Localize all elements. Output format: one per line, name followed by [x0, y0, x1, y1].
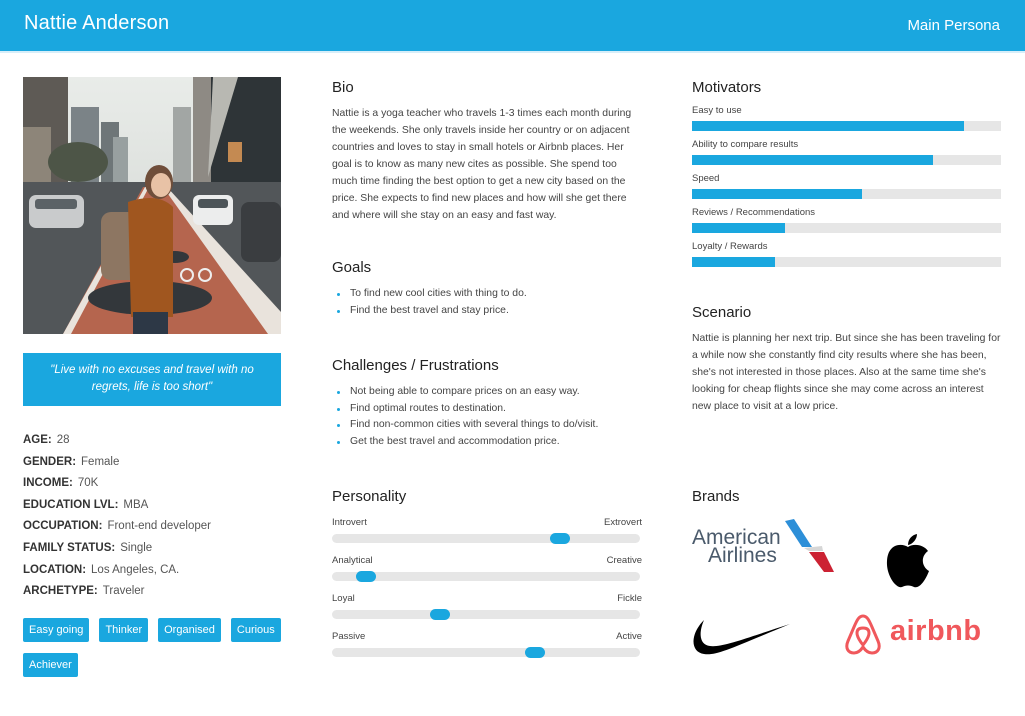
challenge-item: Get the best travel and accommodation pr…	[332, 434, 642, 451]
slider-loyal-fickle: Loyal Fickle	[332, 591, 642, 620]
demographics-list: AGE: 28 GENDER: Female INCOME: 70K EDUCATIO…	[23, 430, 281, 603]
airbnb-logo: airbnb	[844, 613, 984, 658]
motivators-section: Motivators Easy to use Ability to compar…	[692, 79, 1002, 273]
motivator-item: Ability to compare results	[692, 137, 1002, 165]
challenges-heading: Challenges / Frustrations	[332, 357, 499, 374]
airbnb-belo-icon	[845, 614, 881, 655]
slider-track[interactable]	[332, 533, 640, 544]
fact-education: EDUCATION LVL: MBA	[23, 498, 149, 511]
slider-passive-active: Passive Active	[332, 629, 642, 658]
challenge-item: Not being able to compare prices on an e…	[332, 384, 642, 401]
brands-grid: American Airlines airbnb	[692, 511, 1002, 655]
slider-right-label: Active	[616, 631, 642, 642]
motivator-fill	[692, 257, 776, 267]
aa-flight-symbol-icon	[785, 519, 834, 572]
slider-left-label: Passive	[332, 631, 366, 642]
tag-easy-going[interactable]: Easy going	[23, 617, 90, 642]
motivator-item: Speed	[692, 171, 1002, 199]
nike-swoosh-icon	[693, 620, 790, 655]
goals-heading: Goals	[332, 259, 372, 276]
city-street-photo-illustration	[23, 77, 281, 334]
fact-occupation: OCCUPATION: Front-end developer	[23, 520, 211, 533]
motivator-item: Loyalty / Rewards	[692, 239, 1002, 267]
challenge-item: Find optimal routes to destination.	[332, 401, 642, 418]
motivator-bar	[692, 223, 1001, 233]
slider-right-label: Fickle	[617, 593, 642, 604]
slider-right-label: Creative	[606, 555, 642, 566]
tag-curious[interactable]: Curious	[230, 617, 281, 642]
motivator-label: Ability to compare results	[692, 139, 799, 150]
motivator-fill	[692, 223, 785, 233]
persona-quote: "Live with no excuses and travel with no…	[23, 353, 281, 406]
slider-analytical-creative: Analytical Creative	[332, 553, 642, 582]
motivator-bar	[692, 257, 1001, 267]
goals-section: Goals To find new cool cities with thing…	[332, 259, 642, 319]
motivator-fill	[692, 155, 934, 165]
persona-photo	[23, 77, 281, 334]
brands-section: Brands American Airlines airbnb	[692, 488, 1002, 655]
motivator-label: Easy to use	[692, 105, 742, 116]
tag-achiever[interactable]: Achiever	[23, 652, 78, 677]
personality-sliders: Introvert Extrovert Analytical Creative Lo…	[332, 515, 642, 658]
scenario-text: Nattie is planning her next trip. But si…	[692, 333, 1001, 412]
tag-thinker[interactable]: Thinker	[99, 617, 149, 642]
tag-organised[interactable]: Organised	[158, 617, 221, 642]
fact-age: AGE: 28	[23, 434, 70, 446]
trait-tags: Easy going Thinker Organised Curious Ach…	[23, 617, 283, 677]
motivators-list: Easy to use Ability to compare results S…	[692, 103, 1002, 267]
goal-item: To find new cool cities with thing to do…	[332, 286, 642, 303]
brands-heading: Brands	[692, 488, 740, 505]
slider-track[interactable]	[332, 571, 640, 582]
slider-left-label: Introvert	[332, 517, 367, 528]
personality-section: Personality Introvert Extrovert Analytica…	[332, 488, 642, 667]
slider-track[interactable]	[332, 609, 640, 620]
slider-right-label: Extrovert	[603, 517, 642, 528]
slider-introvert-extrovert: Introvert Extrovert	[332, 515, 642, 544]
motivator-bar	[692, 155, 1001, 165]
slider-knob[interactable]	[549, 533, 570, 544]
persona-name: Nattie Anderson	[24, 12, 170, 34]
bio-section: Bio Nattie is a yoga teacher who travels…	[332, 79, 642, 224]
motivators-heading: Motivators	[692, 79, 762, 96]
slider-knob[interactable]	[429, 609, 450, 620]
challenge-item: Find non-common cities with several thin…	[332, 417, 642, 434]
persona-header: Nattie Anderson Main Persona	[0, 0, 1025, 51]
motivator-fill	[692, 121, 964, 131]
fact-location: LOCATION: Los Angeles, CA.	[23, 563, 180, 576]
motivator-bar	[692, 189, 1001, 199]
fact-income: INCOME: 70K	[23, 477, 99, 490]
scenario-heading: Scenario	[692, 304, 752, 321]
goals-list: To find new cool cities with thing to do…	[332, 286, 642, 319]
motivator-label: Loyalty / Rewards	[692, 241, 768, 252]
slider-left-label: Loyal	[332, 593, 355, 604]
motivator-item: Reviews / Recommendations	[692, 205, 1002, 233]
challenges-section: Challenges / Frustrations Not being able…	[332, 357, 642, 450]
slider-knob[interactable]	[355, 571, 376, 582]
motivator-fill	[692, 189, 862, 199]
header-divider	[0, 51, 1025, 53]
motivator-label: Reviews / Recommendations	[692, 207, 816, 218]
challenges-list: Not being able to compare prices on an e…	[332, 384, 642, 450]
motivator-label: Speed	[692, 173, 720, 184]
slider-left-label: Analytical	[332, 555, 373, 566]
scenario-section: Scenario Nattie is planning her next tri…	[692, 304, 1002, 415]
bio-heading: Bio	[332, 79, 354, 96]
fact-family-status: FAMILY STATUS: Single	[23, 541, 153, 554]
apple-logo-icon	[886, 534, 929, 588]
slider-knob[interactable]	[525, 647, 546, 658]
fact-archetype: ARCHETYPE: Traveler	[23, 585, 145, 598]
motivator-bar	[692, 121, 1001, 131]
motivator-item: Easy to use	[692, 103, 1002, 131]
fact-gender: GENDER: Female	[23, 455, 120, 468]
slider-track[interactable]	[332, 647, 640, 658]
airbnb-wordmark: airbnb	[890, 615, 982, 647]
bio-text: Nattie is a yoga teacher who travels 1-3…	[332, 108, 632, 221]
goal-item: Find the best travel and stay price.	[332, 303, 642, 320]
personality-heading: Personality	[332, 488, 407, 505]
persona-type: Main Persona	[907, 17, 1000, 34]
american-airlines-logo: American Airlines	[692, 519, 842, 579]
aa-wordmark-line2: Airlines	[708, 544, 777, 567]
profile-column: "Live with no excuses and travel with no…	[23, 77, 281, 677]
